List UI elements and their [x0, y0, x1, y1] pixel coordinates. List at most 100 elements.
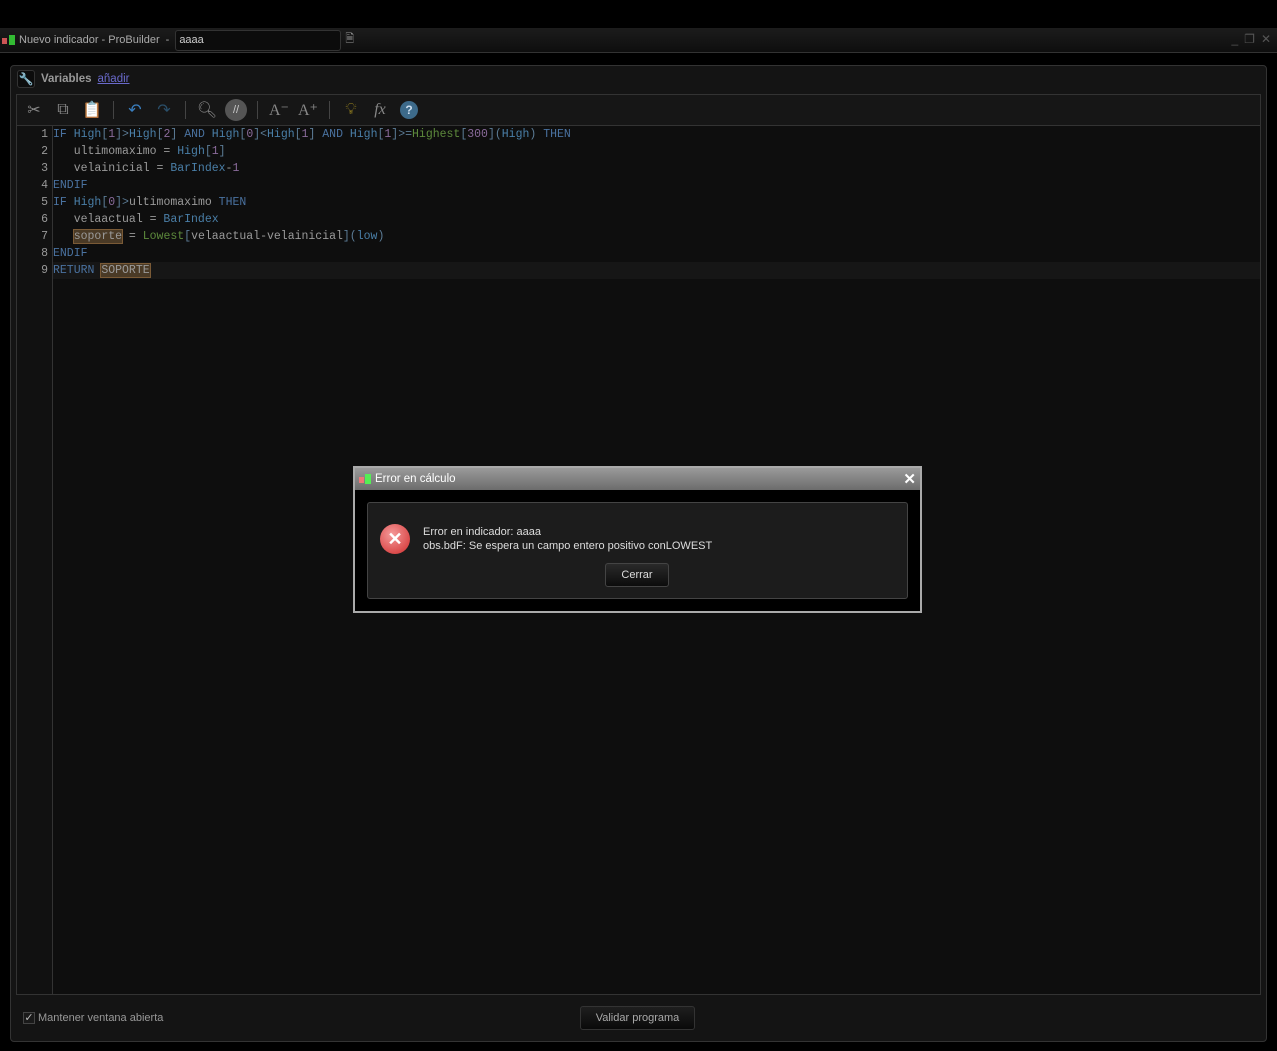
search-icon[interactable]: 🔍︎	[196, 99, 218, 121]
line-number: 4	[41, 179, 48, 192]
code-token: 1	[232, 162, 240, 175]
code-token: =	[122, 230, 143, 243]
line-number: 6	[41, 213, 48, 226]
code-line[interactable]: IF High[1]>High[2] AND High[0]<High[1] A…	[53, 126, 1260, 143]
title-separator: -	[165, 34, 170, 46]
code-token: THEN	[543, 128, 571, 141]
function-icon[interactable]: fx	[369, 99, 391, 121]
comment-icon[interactable]: //	[225, 99, 247, 121]
code-token: Highest	[412, 128, 461, 141]
code-line[interactable]: ultimomaximo = High[1]	[53, 143, 1260, 160]
toolbar-divider	[113, 101, 114, 119]
code-token: )	[377, 230, 385, 243]
code-token: ultimomaximo =	[53, 145, 178, 158]
cut-icon[interactable]: ✂	[23, 99, 45, 121]
code-token: ]	[218, 145, 226, 158]
toolbar-divider	[257, 101, 258, 119]
code-token: ENDIF	[53, 179, 88, 192]
code-token: High	[177, 145, 205, 158]
code-token: ENDIF	[53, 247, 88, 260]
font-decrease-icon[interactable]: A⁻	[268, 99, 290, 121]
code-token: low	[356, 230, 378, 243]
dialog-titlebar: Error en cálculo ✕	[355, 468, 920, 490]
code-token: High	[73, 128, 102, 141]
font-increase-icon[interactable]: A⁺	[297, 99, 319, 121]
code-token: RETURN	[53, 264, 102, 277]
editor-toolbar: ✂ ⧉ 📋 ↶ ↷ 🔍︎ // A⁻ A⁺ 💡︎ fx ?	[17, 95, 1260, 126]
line-number: 7	[41, 230, 48, 243]
indicator-name-input[interactable]	[175, 29, 342, 51]
code-token: High	[501, 128, 530, 141]
error-message-detail: obs.bdF: Se espera un campo entero posit…	[423, 540, 713, 552]
code-token: soporte	[72, 229, 124, 244]
code-line[interactable]: ENDIF	[53, 245, 1260, 262]
help-icon[interactable]: ?	[398, 99, 420, 121]
code-line[interactable]: velaactual = BarIndex	[53, 211, 1260, 228]
line-number: 8	[41, 247, 48, 260]
copy-icon[interactable]: ⧉	[52, 99, 74, 121]
code-token: THEN	[218, 196, 247, 209]
code-line[interactable]: soporte = Lowest[velaactual-velainicial]…	[53, 228, 1260, 245]
code-token: )	[529, 128, 544, 141]
lightbulb-icon[interactable]: 💡︎	[340, 99, 362, 121]
code-token: ]>=	[391, 128, 413, 141]
code-token: High	[73, 196, 102, 209]
minimize-button[interactable]: _	[1231, 32, 1238, 46]
code-token: 300	[467, 128, 488, 141]
toolbar-divider	[185, 101, 186, 119]
undo-icon[interactable]: ↶	[124, 99, 146, 121]
code-token: ultimomaximo	[128, 196, 219, 209]
validate-program-button[interactable]: Validar programa	[580, 1006, 695, 1030]
line-number: 3	[41, 162, 48, 175]
line-number: 2	[41, 145, 48, 158]
line-number: 9	[41, 264, 48, 277]
error-icon: ✕	[380, 524, 410, 554]
code-line[interactable]: RETURN SOPORTE	[53, 262, 1260, 279]
redo-icon[interactable]: ↷	[153, 99, 175, 121]
code-line[interactable]: velainicial = BarIndex-1	[53, 160, 1260, 177]
code-token: [	[294, 128, 302, 141]
close-window-button[interactable]: ✕	[1261, 32, 1271, 46]
code-token: 1	[211, 145, 219, 158]
code-token: High	[267, 128, 295, 141]
restore-button[interactable]: ❐	[1244, 32, 1255, 46]
code-token: BarIndex	[163, 213, 219, 226]
code-token: SOPORTE	[100, 263, 151, 278]
probuilder-logo-icon	[1, 33, 17, 47]
code-token: velaactual =	[53, 213, 164, 226]
code-token: ](	[342, 230, 357, 243]
variables-label: Variables	[41, 73, 92, 85]
window-titlebar: Nuevo indicador - ProBuilder - 🗎 _ ❐ ✕	[0, 28, 1277, 53]
code-token: ](	[487, 128, 502, 141]
code-token: High	[128, 128, 157, 141]
code-line[interactable]: ENDIF	[53, 177, 1260, 194]
code-token: IF	[53, 128, 74, 141]
line-number: 5	[41, 196, 48, 209]
dialog-close-icon[interactable]: ✕	[903, 470, 916, 488]
code-line[interactable]: IF High[0]>ultimomaximo THEN	[53, 194, 1260, 211]
error-message-title: Error en indicador: aaaa	[423, 526, 542, 538]
code-token: velaactual-velainicial	[191, 230, 343, 243]
code-token: ]	[170, 128, 185, 141]
add-variable-link[interactable]: añadir	[98, 73, 130, 85]
code-token: [	[204, 145, 212, 158]
code-token: IF	[53, 196, 74, 209]
line-number-gutter: 1 2 3 4 5 6 7 8 9	[17, 126, 53, 994]
paste-icon[interactable]: 📋	[81, 99, 103, 121]
dialog-title: Error en cálculo	[375, 473, 456, 485]
keep-open-label: Mantener ventana abierta	[38, 1012, 164, 1024]
keep-open-checkbox[interactable]: ✓	[23, 1012, 35, 1024]
code-token: BarIndex	[170, 162, 226, 175]
code-token: Lowest	[142, 230, 185, 243]
help-document-icon[interactable]: 🗎	[345, 30, 365, 50]
code-token: velainicial =	[53, 162, 171, 175]
code-token: AND	[184, 128, 212, 141]
code-token: ]<	[253, 128, 268, 141]
probuilder-logo-icon	[356, 472, 372, 486]
wrench-icon[interactable]: 🔧	[17, 70, 35, 88]
toolbar-divider	[329, 101, 330, 119]
code-token: AND	[322, 128, 350, 141]
close-dialog-button[interactable]: Cerrar	[605, 563, 669, 587]
code-token: High	[211, 128, 240, 141]
